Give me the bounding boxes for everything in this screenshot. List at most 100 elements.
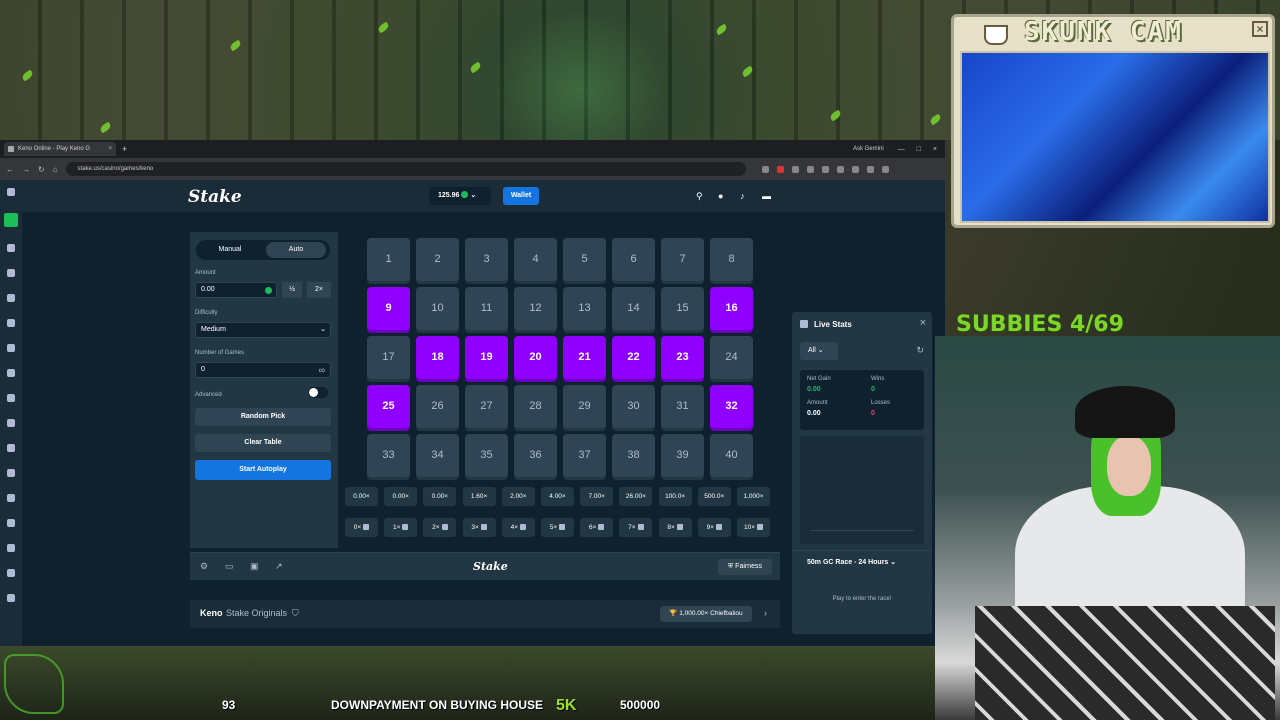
filter-select[interactable]: All ⌄ [800,342,838,360]
maximize-icon[interactable]: □ [917,146,921,153]
extension-icon[interactable] [776,165,784,173]
keno-tile[interactable]: 27 [465,385,508,428]
bookmark-icon[interactable]: ⛉ [292,608,299,619]
keno-tile[interactable]: 23 [661,336,704,379]
grid-icon[interactable] [7,594,15,602]
chat-icon[interactable]: ▬ [762,192,771,201]
forward-icon[interactable]: → [22,165,30,174]
half-bet-button[interactable]: ½ [282,282,302,298]
refresh-icon[interactable]: ↻ [916,345,924,356]
bookmark-icon[interactable] [7,269,15,277]
keno-tile[interactable]: 7 [661,238,704,281]
auto-tab[interactable]: Auto [266,242,326,258]
clock-icon[interactable] [7,294,15,302]
keno-tile[interactable]: 15 [661,287,704,330]
keno-tile[interactable]: 13 [563,287,606,330]
star-icon[interactable] [761,165,769,173]
headset-icon[interactable] [7,469,15,477]
search-icon[interactable]: ⚲ [696,192,705,201]
reload-icon[interactable]: ↻ [38,165,45,174]
advanced-toggle[interactable] [308,387,328,398]
tab-close-icon[interactable]: × [108,142,112,156]
keno-tile[interactable]: 25 [367,385,410,428]
keno-tile[interactable]: 30 [612,385,655,428]
tab-keno[interactable]: Keno Online - Play Keno G × [4,142,116,156]
keno-tile[interactable]: 18 [416,336,459,379]
keno-tile[interactable]: 8 [710,238,753,281]
manual-tab[interactable]: Manual [200,242,260,258]
menu-icon[interactable] [881,165,889,173]
keno-tile[interactable]: 38 [612,434,655,477]
keno-tile[interactable]: 10 [416,287,459,330]
keno-tile[interactable]: 34 [416,434,459,477]
home-icon[interactable]: ⌂ [53,165,58,174]
live-icon[interactable] [7,394,15,402]
close-icon[interactable]: × [920,317,926,329]
infinity-icon[interactable]: ∞ [319,363,325,377]
keno-tile[interactable]: 2 [416,238,459,281]
keno-tile[interactable]: 37 [563,434,606,477]
fairness-button[interactable]: ⛨ Fairness [718,559,772,575]
big-win-badge[interactable]: 🏆 1,000.00× Chiefbaliou [660,606,752,622]
extension-icon[interactable] [791,165,799,173]
stats-icon[interactable]: ▣ [250,562,259,571]
settings-icon[interactable]: ⚙ [200,562,209,571]
keno-tile[interactable]: 28 [514,385,557,428]
random-pick-button[interactable]: Random Pick [195,408,331,426]
difficulty-select[interactable]: Medium ⌄ [195,322,331,338]
shield-icon[interactable] [4,213,18,227]
keno-tile[interactable]: 22 [612,336,655,379]
keno-tile[interactable]: 33 [367,434,410,477]
keno-tile[interactable]: 26 [416,385,459,428]
trophy-icon[interactable] [7,319,15,327]
blackjack-icon[interactable] [7,494,15,502]
keno-tile[interactable]: 17 [367,336,410,379]
keno-tile[interactable]: 39 [661,434,704,477]
keno-tile[interactable]: 16 [710,287,753,330]
puzzle-icon[interactable] [821,165,829,173]
chart-icon[interactable]: ↗ [275,562,284,571]
keno-tile[interactable]: 5 [563,238,606,281]
clear-table-button[interactable]: Clear Table [195,434,331,452]
url-field[interactable]: stake.us/casino/games/keno [65,162,746,176]
keno-tile[interactable]: 3 [465,238,508,281]
keno-tile[interactable]: 35 [465,434,508,477]
keno-tile[interactable]: 4 [514,238,557,281]
next-arrow-icon[interactable]: › [764,608,767,618]
keno-tile[interactable]: 14 [612,287,655,330]
race-select[interactable]: 50m GC Race - 24 Hours ⌄ [792,550,932,570]
roulette-icon[interactable] [7,519,15,527]
start-autoplay-button[interactable]: Start Autoplay [195,460,331,480]
minimize-icon[interactable]: — [898,146,905,153]
promotions-icon[interactable] [7,544,15,552]
keno-tile[interactable]: 6 [612,238,655,281]
wallet-button[interactable]: Wallet [503,187,539,205]
profile-icon[interactable] [866,165,874,173]
keno-tile[interactable]: 32 [710,385,753,428]
keno-tile[interactable]: 20 [514,336,557,379]
keno-tile[interactable]: 40 [710,434,753,477]
keno-tile[interactable]: 1 [367,238,410,281]
keno-tile[interactable]: 9 [367,287,410,330]
game-show-icon[interactable] [7,419,15,427]
balance-display[interactable]: 125.96 ⌄ [429,187,491,205]
keno-tile[interactable]: 29 [563,385,606,428]
keno-tile[interactable]: 11 [465,287,508,330]
extension-icon[interactable] [806,165,814,173]
sidebar-icon[interactable] [836,165,844,173]
theatre-icon[interactable]: ▭ [225,562,234,571]
stake-originals-link[interactable]: Stake Originals [226,608,287,618]
games-input[interactable]: 0 ∞ [195,362,331,378]
bell-icon[interactable]: ♪ [740,192,749,201]
back-icon[interactable]: ← [6,165,14,174]
hamburger-icon[interactable] [7,188,15,196]
news-icon[interactable] [7,344,15,352]
ask-gemini-button[interactable]: Ask Gemini [853,146,884,152]
keno-tile[interactable]: 19 [465,336,508,379]
keno-tile[interactable]: 21 [563,336,606,379]
double-bet-button[interactable]: 2× [307,282,331,298]
download-icon[interactable] [851,165,859,173]
new-tab-button[interactable]: + [122,144,127,154]
stake-logo[interactable]: Stake [188,187,242,207]
keno-tile[interactable]: 12 [514,287,557,330]
